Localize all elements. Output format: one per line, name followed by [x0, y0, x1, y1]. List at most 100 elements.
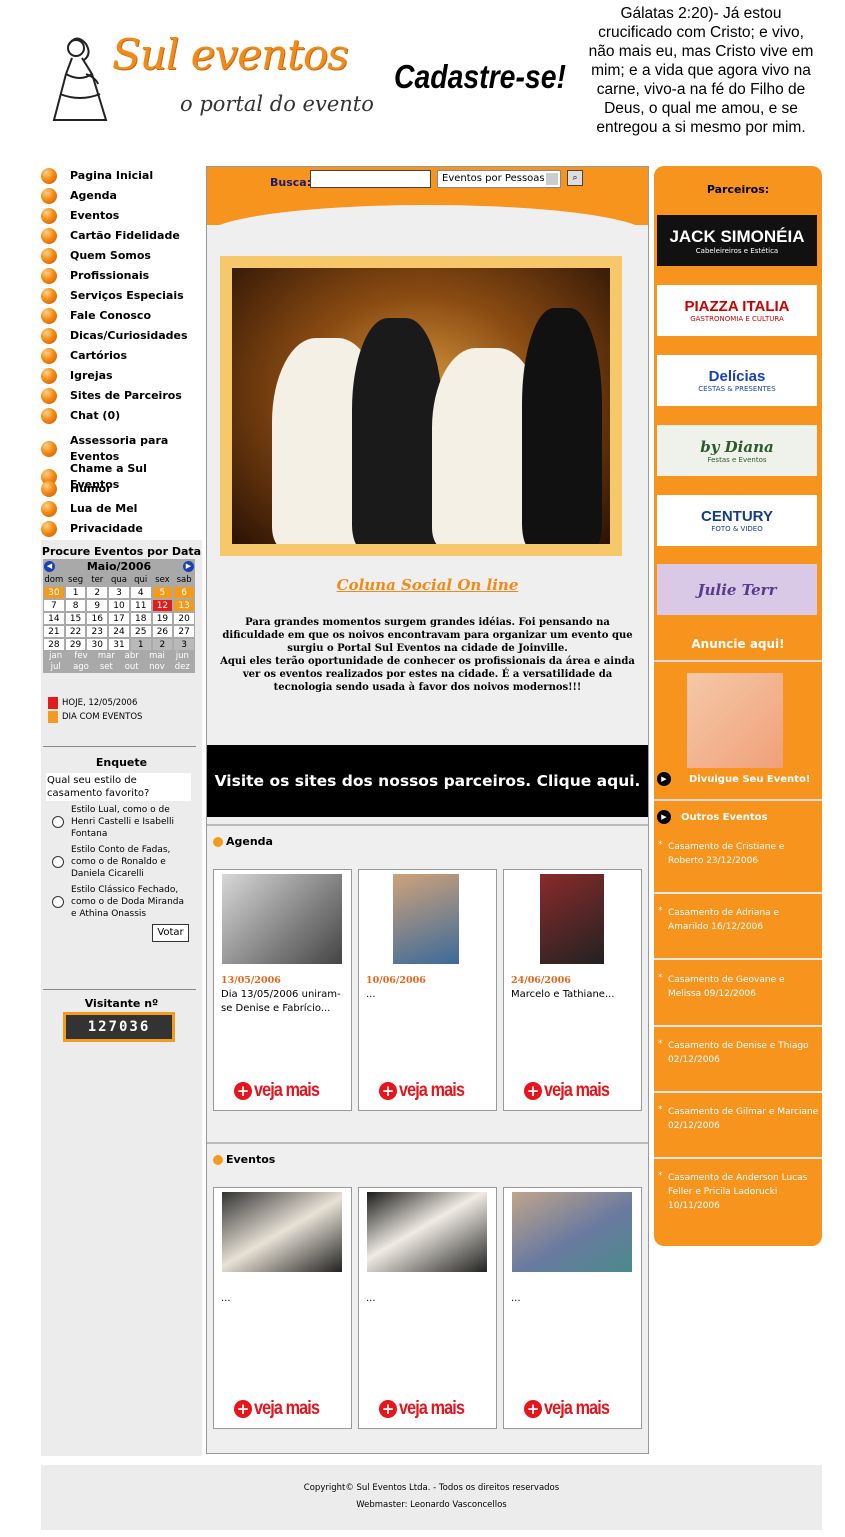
calendar-day[interactable]: 29	[64, 638, 87, 651]
other-event-link[interactable]: Casamento de Gilmar e Marciane 02/12/200…	[657, 1103, 819, 1133]
nav-item[interactable]: Cartórios	[41, 348, 196, 364]
nav-item[interactable]: Chat (0)	[41, 408, 196, 424]
prev-month-icon[interactable]: ◀	[44, 560, 55, 572]
calendar-day[interactable]: 7	[43, 599, 65, 612]
card-photo[interactable]	[540, 874, 604, 964]
partner-logo[interactable]: by Diana Festas e Eventos	[657, 425, 817, 476]
partner-logo[interactable]: CENTURY FOTO & VIDEO	[657, 495, 817, 546]
month-link[interactable]: set	[94, 662, 119, 673]
poll-radio[interactable]	[52, 896, 64, 908]
calendar-day[interactable]: 25	[129, 625, 152, 638]
month-link[interactable]: ago	[68, 662, 93, 673]
card-photo[interactable]	[367, 1192, 487, 1272]
vote-button[interactable]: Votar	[152, 924, 189, 942]
month-link[interactable]: dez	[170, 662, 195, 673]
search-input[interactable]	[310, 170, 431, 188]
month-link[interactable]: jul	[43, 662, 68, 673]
poll-option[interactable]: Estilo Conto de Fadas, como o de Ronaldo…	[52, 844, 192, 880]
poll-radio[interactable]	[52, 856, 64, 868]
month-link[interactable]: fev	[68, 651, 93, 662]
other-event-link[interactable]: Casamento de Anderson Lucas Feller e Pri…	[657, 1169, 819, 1213]
advertise-link[interactable]: Anuncie aqui!	[654, 637, 822, 651]
partners-banner[interactable]: Visite os sites dos nossos parceiros. Cl…	[207, 745, 648, 817]
card-photo[interactable]	[222, 874, 342, 964]
other-event-link[interactable]: Casamento de Adriana e Amarildo 16/12/20…	[657, 904, 819, 934]
calendar-day[interactable]: 5	[151, 586, 174, 599]
calendar-day[interactable]: 1	[129, 638, 152, 651]
partner-logo[interactable]: Julie Terr	[657, 564, 817, 615]
month-link[interactable]: abr	[119, 651, 144, 662]
other-event-link[interactable]: Casamento de Cristiane e Roberto 23/12/2…	[657, 838, 819, 868]
nav-item[interactable]: Lua de Mel	[41, 501, 196, 517]
nav-item[interactable]: Dicas/Curiosidades	[41, 328, 196, 344]
calendar-day[interactable]: 2	[151, 638, 174, 651]
calendar-day[interactable]: 6	[173, 586, 195, 599]
nav-item[interactable]: Humor	[41, 481, 196, 497]
calendar-day[interactable]: 27	[173, 625, 195, 638]
search-icon[interactable]: ⌕	[567, 170, 583, 186]
see-more-button[interactable]: + veja mais	[379, 1080, 476, 1102]
nav-item[interactable]: Privacidade	[41, 521, 196, 537]
nav-item[interactable]: Profissionais	[41, 268, 196, 284]
nav-item[interactable]: Igrejas	[41, 368, 196, 384]
calendar-day[interactable]: 1	[64, 586, 87, 599]
calendar-day[interactable]: 10	[108, 599, 130, 612]
month-link[interactable]: nov	[144, 662, 169, 673]
card-photo[interactable]	[222, 1192, 342, 1272]
calendar-day[interactable]: 18	[129, 612, 152, 625]
calendar-day[interactable]: 14	[43, 612, 65, 625]
nav-item[interactable]: Quem Somos	[41, 248, 196, 264]
calendar-day[interactable]: 31	[108, 638, 130, 651]
see-more-button[interactable]: + veja mais	[234, 1080, 331, 1102]
other-event-link[interactable]: Casamento de Geovane e Melissa 09/12/200…	[657, 971, 819, 1001]
calendar-day[interactable]: 26	[151, 625, 174, 638]
month-link[interactable]: jun	[170, 651, 195, 662]
calendar-day[interactable]: 15	[64, 612, 87, 625]
see-more-button[interactable]: + veja mais	[524, 1080, 621, 1102]
calendar-day[interactable]: 8	[64, 599, 87, 612]
month-link[interactable]: jan	[43, 651, 68, 662]
nav-item[interactable]: Serviços Especiais	[41, 288, 196, 304]
calendar-day[interactable]: 4	[129, 586, 152, 599]
calendar-day[interactable]: 17	[108, 612, 130, 625]
calendar-day[interactable]: 16	[86, 612, 109, 625]
calendar-day[interactable]: 11	[129, 599, 152, 612]
calendar-day[interactable]: 24	[108, 625, 130, 638]
calendar-day[interactable]: 3	[173, 638, 195, 651]
calendar-day[interactable]: 13	[173, 599, 195, 612]
calendar-day[interactable]: 21	[43, 625, 65, 638]
calendar-day[interactable]: 2	[86, 586, 109, 599]
publish-event-link[interactable]: ▶ Divulgue Seu Evento!	[657, 772, 810, 786]
card-photo[interactable]	[512, 1192, 632, 1272]
partner-logo[interactable]: JACK SIMONÉIA Cabeleireiros e Estética	[657, 215, 817, 266]
month-link[interactable]: mai	[144, 651, 169, 662]
search-type-select[interactable]: Eventos por Pessoas	[437, 170, 561, 188]
partner-logo[interactable]: Delícias CESTAS & PRESENTES	[657, 355, 817, 406]
see-more-button[interactable]: + veja mais	[234, 1398, 331, 1420]
see-more-button[interactable]: + veja mais	[524, 1398, 621, 1420]
calendar-day[interactable]: 3	[108, 586, 130, 599]
nav-item[interactable]: Fale Conosco	[41, 308, 196, 324]
social-column-link[interactable]: Coluna Social On line	[207, 576, 648, 594]
signup-link[interactable]: Cadastre-se!	[394, 58, 566, 96]
other-event-link[interactable]: Casamento de Denise e Thiago 02/12/2006	[657, 1037, 819, 1067]
site-logo-title[interactable]: Sul eventos	[112, 30, 349, 79]
poll-option[interactable]: Estilo Clássico Fechado, como o de Doda …	[52, 884, 192, 920]
see-more-button[interactable]: + veja mais	[379, 1398, 476, 1420]
next-month-icon[interactable]: ▶	[183, 560, 194, 572]
poll-radio[interactable]	[52, 816, 64, 828]
nav-item[interactable]: Sites de Parceiros	[41, 388, 196, 404]
month-link[interactable]: out	[119, 662, 144, 673]
calendar-day[interactable]: 30	[43, 586, 65, 599]
nav-item[interactable]: Cartão Fidelidade	[41, 228, 196, 244]
calendar-day[interactable]: 28	[43, 638, 65, 651]
nav-item[interactable]: Eventos	[41, 208, 196, 224]
calendar-day[interactable]: 22	[64, 625, 87, 638]
calendar-day[interactable]: 30	[86, 638, 109, 651]
partner-logo[interactable]: PIAZZA ITALIA GASTRONOMIA E CULTURA	[657, 285, 817, 336]
nav-item[interactable]: Pagina Inicial	[41, 168, 196, 184]
advertise-photo[interactable]	[687, 673, 783, 768]
calendar-day[interactable]: 20	[173, 612, 195, 625]
calendar-day[interactable]: 9	[86, 599, 109, 612]
poll-option[interactable]: Estilo Lual, como o de Henri Castelli e …	[52, 804, 192, 840]
